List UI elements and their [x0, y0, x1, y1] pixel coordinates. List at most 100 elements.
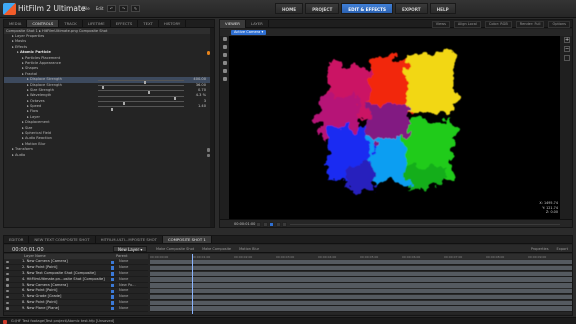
layer-clip[interactable]	[150, 283, 572, 288]
move-tool-icon[interactable]	[222, 45, 227, 49]
timeline-tab-composite-shot-1[interactable]: COMPOSITE SHOT 1	[162, 236, 212, 243]
property-slider-track[interactable]	[98, 84, 184, 90]
tab-controls[interactable]: CONTROLS	[27, 20, 60, 27]
menu-edit[interactable]: Edit	[96, 6, 104, 11]
visibility-eye-icon[interactable]	[6, 295, 9, 299]
playhead[interactable]	[192, 254, 193, 314]
tab-effects[interactable]: EFFECTS	[111, 20, 139, 27]
camera-select[interactable]: Active Camera ▾	[231, 30, 267, 35]
status-text: G:\HF Test footage\Test project\Atomic t…	[11, 319, 115, 323]
new-layer-button[interactable]: New Layer ▾	[113, 246, 148, 252]
visibility-eye-icon[interactable]	[6, 272, 9, 276]
pan-tool-icon[interactable]	[222, 77, 227, 81]
layer-clip[interactable]	[150, 306, 572, 311]
layer-clip[interactable]	[150, 288, 572, 294]
go-start-icon[interactable]	[256, 221, 261, 227]
timeline-action-make-composite-shot[interactable]: Make Composite Shot	[156, 247, 194, 251]
timeline-action-properties[interactable]: Properties	[531, 247, 549, 251]
timeline-tracks[interactable]: 00:00:00:00 00:00:01:00 00:00:02:00 00:00:0…	[150, 254, 572, 314]
scale-tool-icon[interactable]	[222, 61, 227, 65]
undo-icon[interactable]: ↶	[107, 5, 116, 12]
viewer-option-views[interactable]: Views	[431, 21, 450, 28]
viewer-option-options[interactable]: Options	[548, 21, 570, 28]
go-end-icon[interactable]	[282, 221, 287, 227]
timeline-timecode[interactable]: 00:00:01:00	[12, 247, 44, 253]
visibility-eye-icon[interactable]	[6, 266, 9, 270]
layer-clip[interactable]	[150, 271, 572, 276]
nav-help-button[interactable]: HELP	[429, 3, 456, 14]
menu-file[interactable]: File	[83, 6, 90, 11]
property-label: Layer	[29, 114, 40, 119]
step-back-icon[interactable]	[262, 221, 268, 227]
redo-icon[interactable]: ↷	[119, 5, 128, 12]
tab-history[interactable]: HISTORY	[159, 20, 187, 27]
property-slider-track[interactable]	[98, 101, 184, 106]
property-label: Speed	[29, 104, 42, 109]
pen-icon[interactable]: ✎	[131, 5, 140, 12]
property-label: Displace Strength	[29, 82, 62, 87]
layer-parent-select[interactable]: None	[119, 306, 128, 312]
zoom-out-button[interactable]: −	[564, 46, 570, 52]
visibility-eye-icon[interactable]	[6, 307, 9, 310]
timeline-tab-new-text-composite-shot[interactable]: NEW TEXT COMPOSITE SHOT	[29, 236, 96, 243]
layer-clip[interactable]	[150, 265, 572, 271]
readout-x: X: 1495.74	[539, 201, 558, 206]
timeline-action-export[interactable]: Export	[557, 247, 568, 251]
layer-clip[interactable]	[150, 259, 572, 265]
property-slider-track[interactable]	[98, 79, 184, 84]
layer-clip[interactable]	[150, 277, 572, 282]
viewer-transport: 00:00:01:00	[220, 219, 572, 227]
visibility-eye-icon[interactable]	[6, 278, 9, 281]
timeline-action-make-composite[interactable]: Make Composite	[202, 247, 231, 251]
rotate-tool-icon[interactable]	[222, 53, 227, 57]
timeline-tab-editor[interactable]: EDITOR	[4, 236, 30, 243]
visibility-eye-icon[interactable]	[6, 289, 9, 293]
property-row[interactable]: ▸ Audio	[4, 153, 214, 158]
viewer-tab-viewer[interactable]: VIEWER	[220, 19, 246, 28]
tab-lifetime[interactable]: LIFETIME	[83, 20, 111, 27]
breadcrumb-layer[interactable]: HitFilmUltimate.png Composite Shot	[42, 29, 107, 33]
tab-track[interactable]: TRACK	[59, 20, 83, 27]
visibility-eye-icon[interactable]	[6, 260, 9, 264]
breadcrumb-comp[interactable]: Composite Shot 1	[6, 29, 38, 33]
property-label: Fractal	[24, 71, 38, 76]
layer-clip[interactable]	[150, 294, 572, 300]
nav-project-button[interactable]: PROJECT	[305, 3, 340, 14]
viewer-option-align-local[interactable]: Align Local	[453, 21, 481, 28]
layer-row[interactable]: 9. New Plane [Plane] None	[4, 306, 148, 312]
property-slider-track[interactable]	[98, 90, 184, 95]
step-forward-icon[interactable]	[275, 221, 281, 227]
viewer-option-render-full[interactable]: Render: Full	[515, 21, 545, 28]
viewer-scrub-bar[interactable]	[290, 223, 560, 225]
property-slider-track[interactable]	[98, 95, 184, 100]
viewer-tab-layer[interactable]: LAYER	[246, 19, 269, 28]
zoom-in-button[interactable]: +	[564, 37, 570, 43]
layer-clip[interactable]	[150, 300, 572, 305]
fit-view-button[interactable]	[564, 55, 570, 61]
visibility-eye-icon[interactable]	[6, 301, 9, 305]
new-layer-label: New Layer	[118, 247, 140, 252]
viewer-option-color-rgb[interactable]: Color: RGB	[484, 21, 512, 28]
track-row[interactable]	[150, 305, 572, 312]
select-tool-icon[interactable]	[222, 37, 227, 41]
nav-edit-effects-button[interactable]: EDIT & EFFECTS	[341, 3, 394, 14]
nav-home-button[interactable]: HOME	[275, 3, 304, 14]
nav-export-button[interactable]: EXPORT	[395, 3, 428, 14]
mask-tool-icon[interactable]	[222, 69, 227, 73]
particle-render	[319, 52, 455, 190]
controls-scrollbar[interactable]	[210, 28, 214, 227]
visibility-eye-icon[interactable]	[6, 284, 9, 287]
viewer-tool-column	[221, 37, 228, 81]
tab-media[interactable]: MEDIA	[4, 20, 28, 27]
property-label: Octaves	[29, 98, 45, 103]
play-icon[interactable]	[269, 221, 274, 227]
tab-text[interactable]: TEXT	[138, 20, 159, 27]
ruler-tick-label: 00:00:03:00	[276, 254, 295, 259]
viewer-canvas[interactable]	[229, 36, 560, 221]
track-rows	[150, 259, 572, 312]
property-label: Layer Properties	[14, 34, 45, 38]
hitfilm-logo	[3, 3, 16, 15]
property-slider-track[interactable]	[98, 106, 184, 111]
timeline-tab-hitfilm-ulti-mposite-shot[interactable]: HITFILM-ULTI...MPOSITE SHOT	[96, 236, 163, 243]
timeline-action-motion-blur[interactable]: Motion Blur	[239, 247, 259, 251]
